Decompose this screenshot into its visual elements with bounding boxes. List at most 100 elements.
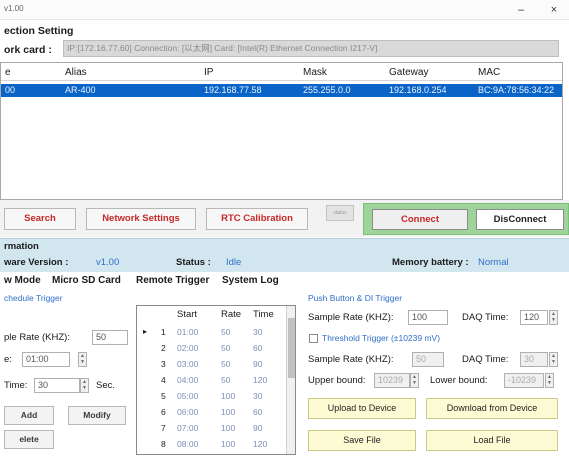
title-bar: v1.00 – × (0, 0, 569, 20)
schedule-sample-rate-label: ple Rate (KHZ): (4, 332, 70, 343)
row-rate: 50 (221, 375, 231, 385)
connection-led-indicator: status (326, 205, 354, 221)
schedule-row[interactable]: 8 08:00 100 120 (137, 438, 287, 451)
row-rate: 100 (221, 439, 236, 449)
row-time: 30 (253, 391, 263, 401)
lower-bound-spinner[interactable]: ▲ ▼ (545, 373, 554, 388)
network-settings-button[interactable]: Network Settings (86, 208, 196, 230)
row-number: 1 (161, 327, 166, 337)
col-time: Time (253, 309, 274, 320)
modify-button[interactable]: Modify (68, 406, 126, 425)
schedule-row[interactable]: 7 07:00 100 90 (137, 422, 287, 435)
section-title: ection Setting (4, 25, 74, 37)
col-mask: Mask (303, 67, 327, 78)
cell-name: 00 (5, 85, 16, 95)
current-row-marker-icon: ▸ (143, 327, 148, 336)
schedule-daq-unit: Sec. (96, 380, 116, 391)
row-start: 06:00 (177, 407, 199, 417)
save-file-button[interactable]: Save File (308, 430, 416, 451)
schedule-scrollbar[interactable] (286, 306, 295, 454)
upper-bound-input[interactable]: 10239 (374, 373, 410, 388)
schedule-daq-time-spinner[interactable]: ▲ ▼ (80, 378, 89, 393)
close-button[interactable]: × (543, 1, 565, 19)
status-value: Idle (226, 257, 242, 268)
row-start: 01:00 (177, 327, 199, 337)
col-start: Start (177, 309, 198, 320)
schedule-start-time-input[interactable]: 01:00 (22, 352, 70, 367)
table-row[interactable]: 00 AR-400 192.168.77.58 255.255.0.0 192.… (1, 84, 562, 97)
row-number: 7 (161, 423, 166, 433)
row-time: 90 (253, 359, 263, 369)
search-button[interactable]: Search (4, 208, 76, 230)
tab-remote-trigger[interactable]: Remote Trigger (136, 275, 209, 286)
col-mac: MAC (478, 67, 501, 78)
row-rate: 100 (221, 391, 236, 401)
row-number: 2 (161, 343, 166, 353)
minimize-button[interactable]: – (510, 1, 532, 19)
threshold-daq-time-input[interactable]: 30 (520, 352, 548, 367)
cell-mask: 255.255.0.0 (303, 85, 351, 95)
upper-bound-label: Upper bound: (308, 375, 366, 386)
schedule-daq-time-label: Time: (4, 380, 28, 391)
schedule-trigger-title: chedule Trigger (4, 293, 63, 303)
schedule-table[interactable]: Start Rate Time ▸ 1 01:00 50 30 2 02:00 … (136, 305, 296, 455)
window-title: v1.00 (4, 4, 24, 13)
schedule-row[interactable]: 6 06:00 100 60 (137, 406, 287, 419)
memory-battery-label: Memory battery : (392, 257, 469, 268)
lower-bound-input[interactable]: -10239 (504, 373, 544, 388)
threshold-trigger-checkbox[interactable] (309, 334, 318, 343)
disconnect-button[interactable]: DisConnect (476, 209, 564, 230)
schedule-row[interactable]: 4 04:00 50 120 (137, 374, 287, 387)
tab-micro-sd-card[interactable]: Micro SD Card (52, 275, 121, 286)
scrollbar-thumb[interactable] (288, 318, 295, 378)
threshold-daq-time-spinner[interactable]: ▲ ▼ (549, 352, 558, 367)
download-from-device-button[interactable]: Download from Device (426, 398, 558, 419)
schedule-daq-time-input[interactable]: 30 (34, 378, 80, 393)
tab-system-log[interactable]: System Log (222, 275, 279, 286)
row-start: 02:00 (177, 343, 199, 353)
connect-button[interactable]: Connect (372, 209, 468, 230)
push-sample-rate-select[interactable]: 100 (408, 310, 448, 325)
tab-view-mode[interactable]: w Mode (4, 275, 41, 286)
schedule-start-label: e: (4, 354, 12, 365)
row-time: 120 (253, 439, 268, 449)
grid-header: e Alias IP Mask Gateway MAC (1, 63, 562, 81)
network-card-select[interactable]: IP:[172.16.77.60] Connection: [以太网] Card… (63, 40, 559, 57)
row-rate: 50 (221, 359, 231, 369)
row-rate: 100 (221, 407, 236, 417)
device-grid[interactable]: e Alias IP Mask Gateway MAC 00 AR-400 19… (0, 62, 563, 200)
threshold-daq-time-label: DAQ Time: (462, 354, 509, 365)
threshold-trigger-label: Threshold Trigger (±10239 mV) (322, 333, 441, 343)
push-daq-time-spinner[interactable]: ▲ ▼ (549, 310, 558, 325)
row-rate: 50 (221, 343, 231, 353)
lower-bound-label: Lower bound: (430, 375, 488, 386)
col-gateway: Gateway (389, 67, 429, 78)
row-start: 07:00 (177, 423, 199, 433)
status-label: Status : (176, 257, 211, 268)
row-time: 60 (253, 343, 263, 353)
col-alias: Alias (65, 67, 87, 78)
row-time: 60 (253, 407, 263, 417)
schedule-row[interactable]: ▸ 1 01:00 50 30 (137, 326, 287, 339)
add-button[interactable]: Add (4, 406, 54, 425)
row-time: 90 (253, 423, 263, 433)
upload-to-device-button[interactable]: Upload to Device (308, 398, 416, 419)
schedule-row[interactable]: 3 03:00 50 90 (137, 358, 287, 371)
cell-gateway: 192.168.0.254 (389, 85, 447, 95)
schedule-sample-rate-select[interactable]: 50 (92, 330, 128, 345)
schedule-row[interactable]: 5 05:00 100 30 (137, 390, 287, 403)
delete-button[interactable]: elete (4, 430, 54, 449)
threshold-sample-rate-label: Sample Rate (KHZ): (308, 354, 394, 365)
row-rate: 50 (221, 327, 231, 337)
upper-bound-spinner[interactable]: ▲ ▼ (410, 373, 419, 388)
tab-bar: w Mode Micro SD Card Remote Trigger Syst… (0, 273, 569, 289)
threshold-sample-rate-select[interactable]: 50 (412, 352, 444, 367)
schedule-row[interactable]: 2 02:00 50 60 (137, 342, 287, 355)
push-sample-rate-label: Sample Rate (KHZ): (308, 312, 394, 323)
load-file-button[interactable]: Load File (426, 430, 558, 451)
row-number: 8 (161, 439, 166, 449)
row-start: 05:00 (177, 391, 199, 401)
rtc-calibration-button[interactable]: RTC Calibration (206, 208, 308, 230)
schedule-start-spinner[interactable]: ▲ ▼ (78, 352, 87, 367)
push-daq-time-input[interactable]: 120 (520, 310, 548, 325)
